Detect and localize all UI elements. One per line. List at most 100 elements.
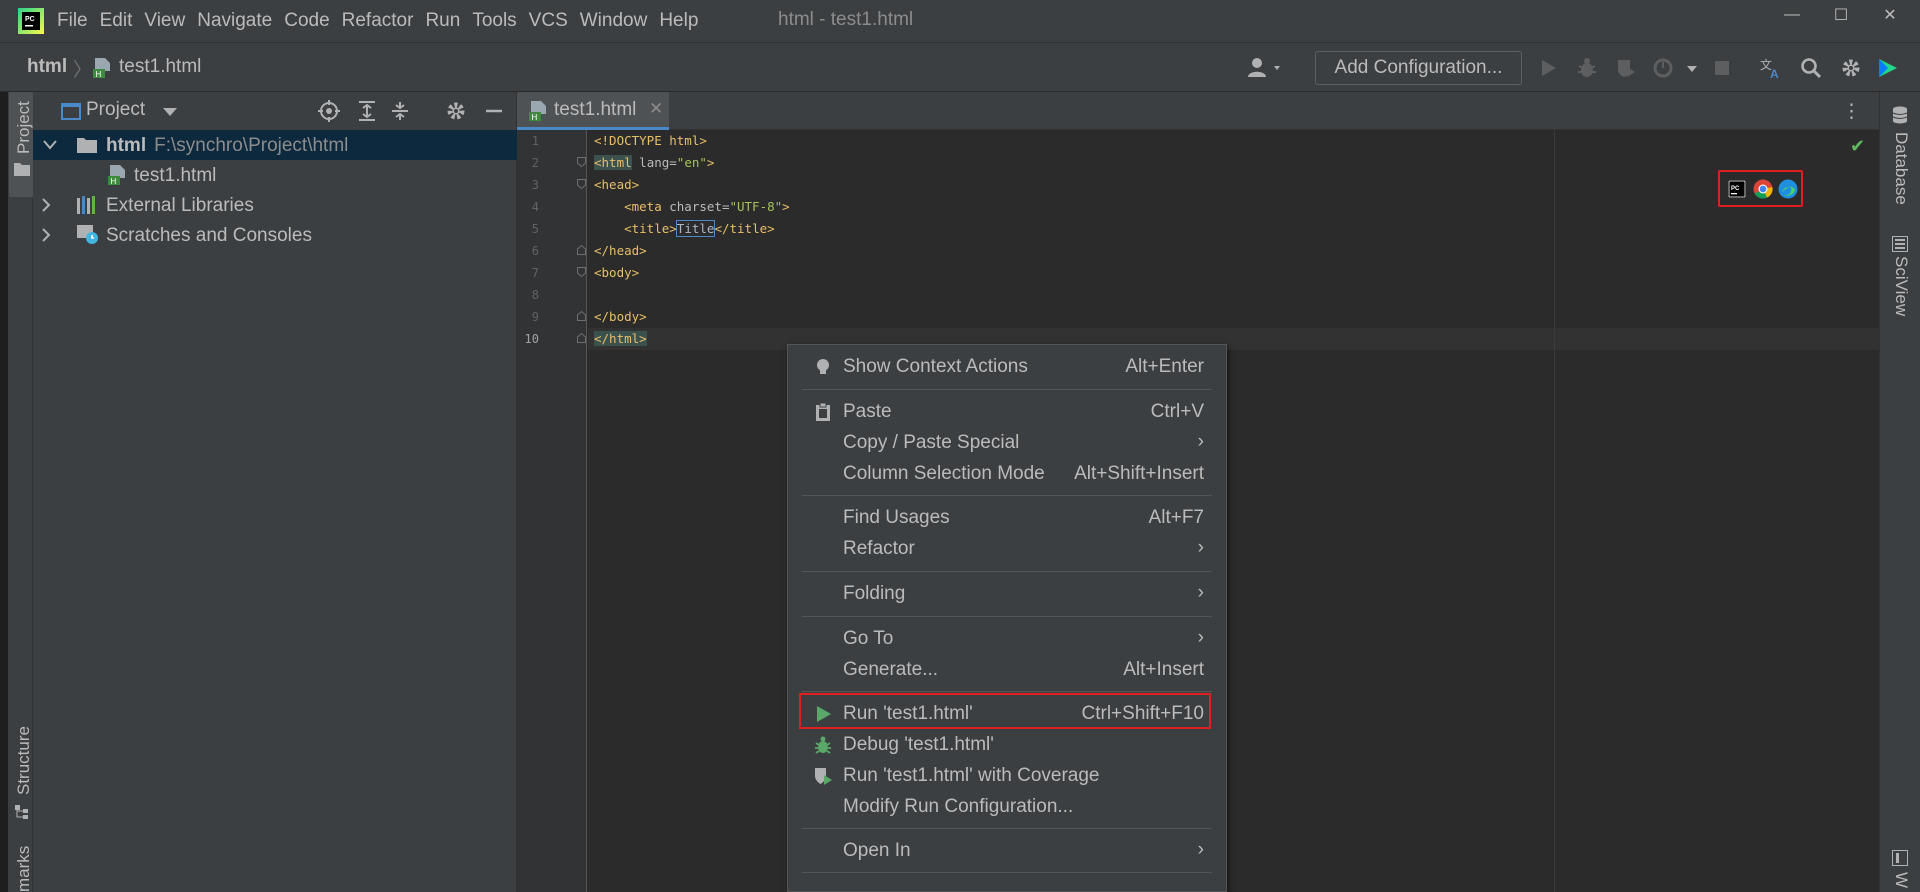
- menu-item-copy-paste-special[interactable]: Copy / Paste Special ›: [788, 427, 1226, 457]
- menu-refactor[interactable]: Refactor: [342, 10, 414, 32]
- lightbulb-icon: [817, 359, 829, 374]
- menu-edit[interactable]: Edit: [100, 10, 133, 32]
- user-account-icon[interactable]: [1247, 57, 1287, 79]
- menu-window[interactable]: Window: [580, 10, 648, 32]
- locate-file-icon[interactable]: [318, 100, 340, 122]
- code-line: <!DOCTYPE html>: [594, 133, 707, 148]
- run-icon[interactable]: [1536, 56, 1560, 80]
- code-line: </head>: [594, 243, 647, 258]
- maximize-button[interactable]: ☐: [1818, 2, 1864, 28]
- w-tool-tab[interactable]: W: [1891, 872, 1911, 888]
- close-window-button[interactable]: ✕: [1867, 2, 1913, 28]
- svg-text:PC: PC: [25, 16, 35, 23]
- folder-icon: [14, 163, 30, 176]
- menu-item-go-to[interactable]: Go To ›: [788, 623, 1226, 653]
- project-panel-title[interactable]: Project: [86, 99, 145, 121]
- tree-item-external-libraries[interactable]: External Libraries: [33, 190, 517, 220]
- database-tool-tab[interactable]: Database: [1891, 132, 1911, 205]
- expand-all-icon[interactable]: [356, 100, 378, 122]
- add-configuration-button[interactable]: Add Configuration...: [1315, 51, 1522, 85]
- project-tool-tab[interactable]: Project: [14, 101, 34, 154]
- tree-root-path: F:\synchro\Project\html: [154, 135, 349, 156]
- collapse-all-icon[interactable]: [389, 100, 411, 122]
- main-menu: File Edit View Navigate Code Refactor Ru…: [57, 0, 710, 42]
- menu-separator: [802, 389, 1212, 390]
- breadcrumb-project[interactable]: html: [27, 56, 67, 78]
- code-line: <meta charset="UTF-8">: [594, 199, 790, 214]
- fold-marker-icon[interactable]: [577, 333, 586, 343]
- project-view-icon: [61, 103, 81, 120]
- chevron-down-icon[interactable]: [43, 140, 57, 150]
- chevron-right-icon[interactable]: [41, 198, 51, 212]
- tree-item-test1-html[interactable]: H test1.html: [33, 160, 517, 190]
- run-item-highlight-box: [799, 693, 1211, 729]
- pycharm-window: PC File Edit View Navigate Code Refactor…: [0, 0, 1920, 892]
- minimize-button[interactable]: —: [1769, 2, 1815, 28]
- menu-item-generate[interactable]: Generate... Alt+Insert: [788, 654, 1226, 684]
- search-icon[interactable]: [1799, 56, 1823, 80]
- chevron-down-icon[interactable]: [1680, 56, 1704, 80]
- translate-icon[interactable]: 文A: [1759, 56, 1783, 80]
- code-with-me-icon[interactable]: [1876, 56, 1900, 80]
- fold-marker-icon[interactable]: [577, 245, 586, 255]
- chevron-right-icon[interactable]: [41, 228, 51, 242]
- more-options-icon[interactable]: ⋮: [1842, 100, 1861, 123]
- edge-browser-icon[interactable]: [1778, 179, 1798, 199]
- menu-view[interactable]: View: [144, 10, 185, 32]
- scratches-icon: [77, 225, 98, 244]
- profile-icon[interactable]: [1652, 56, 1676, 80]
- settings-gear-icon[interactable]: [1839, 56, 1863, 80]
- chrome-browser-icon[interactable]: [1753, 179, 1773, 199]
- menu-file[interactable]: File: [57, 10, 88, 32]
- menu-run[interactable]: Run: [425, 10, 460, 32]
- menu-item-paste[interactable]: Paste Ctrl+V: [788, 396, 1226, 426]
- editor-tab-test1-html[interactable]: H test1.html ✕: [517, 92, 669, 130]
- menu-navigate[interactable]: Navigate: [197, 10, 272, 32]
- close-tab-icon[interactable]: ✕: [649, 99, 663, 119]
- fold-marker-icon[interactable]: [577, 267, 586, 277]
- menu-item-folding[interactable]: Folding ›: [788, 578, 1226, 608]
- menu-help[interactable]: Help: [659, 10, 698, 32]
- coverage-shield-icon: [815, 768, 832, 785]
- run-with-coverage-icon[interactable]: [1614, 56, 1638, 80]
- menu-vcs[interactable]: VCS: [529, 10, 568, 32]
- hide-panel-icon[interactable]: [483, 100, 505, 122]
- menu-item-refactor[interactable]: Refactor ›: [788, 533, 1226, 563]
- fold-marker-icon[interactable]: [577, 157, 586, 167]
- menu-code[interactable]: Code: [284, 10, 329, 32]
- breadcrumb-file[interactable]: test1.html: [119, 56, 201, 78]
- code-line: <head>: [594, 177, 640, 192]
- html-file-icon: H: [93, 58, 110, 79]
- menu-item-run-with-coverage[interactable]: Run 'test1.html' with Coverage: [788, 760, 1226, 790]
- inspection-ok-icon[interactable]: ✔: [1850, 136, 1865, 157]
- menu-tools[interactable]: Tools: [472, 10, 516, 32]
- stop-icon[interactable]: [1710, 56, 1734, 80]
- right-tool-strip: Database SciView W: [1879, 92, 1920, 892]
- menu-item-show-context-actions[interactable]: Show Context Actions Alt+Enter: [788, 351, 1226, 381]
- menu-item-column-selection-mode[interactable]: Column Selection Mode Alt+Shift+Insert: [788, 458, 1226, 488]
- bookmarks-tool-tab[interactable]: marks: [14, 846, 34, 892]
- library-icon: [77, 196, 95, 214]
- fold-marker-icon[interactable]: [577, 179, 586, 189]
- menu-item-open-in[interactable]: Open In ›: [788, 835, 1226, 865]
- structure-tool-tab[interactable]: Structure: [14, 726, 34, 795]
- pycharm-browser-icon[interactable]: PC: [1728, 180, 1746, 198]
- debug-icon[interactable]: [1575, 56, 1599, 80]
- menu-item-debug-test1[interactable]: Debug 'test1.html': [788, 729, 1226, 759]
- fold-marker-icon[interactable]: [577, 311, 586, 321]
- code-line: </html>: [594, 331, 647, 346]
- code-editor[interactable]: <!DOCTYPE html> <html lang="en"> <head> …: [588, 130, 1879, 892]
- tree-item-html-root[interactable]: html F:\synchro\Project\html: [33, 130, 517, 160]
- menu-item-find-usages[interactable]: Find Usages Alt+F7: [788, 502, 1226, 532]
- menu-item-modify-run-configuration[interactable]: Modify Run Configuration...: [788, 791, 1226, 821]
- sciview-tool-tab[interactable]: SciView: [1891, 256, 1911, 316]
- panel-settings-gear-icon[interactable]: [445, 100, 467, 122]
- line-number: 2: [531, 156, 539, 170]
- submenu-arrow-icon: ›: [1197, 627, 1204, 648]
- line-number: 5: [531, 222, 539, 236]
- project-view-dropdown-icon[interactable]: [163, 108, 177, 116]
- folder-icon: [77, 138, 97, 153]
- tree-item-scratches[interactable]: Scratches and Consoles: [33, 220, 517, 250]
- pycharm-logo-icon: PC: [18, 8, 44, 34]
- menu-separator: [802, 828, 1212, 829]
